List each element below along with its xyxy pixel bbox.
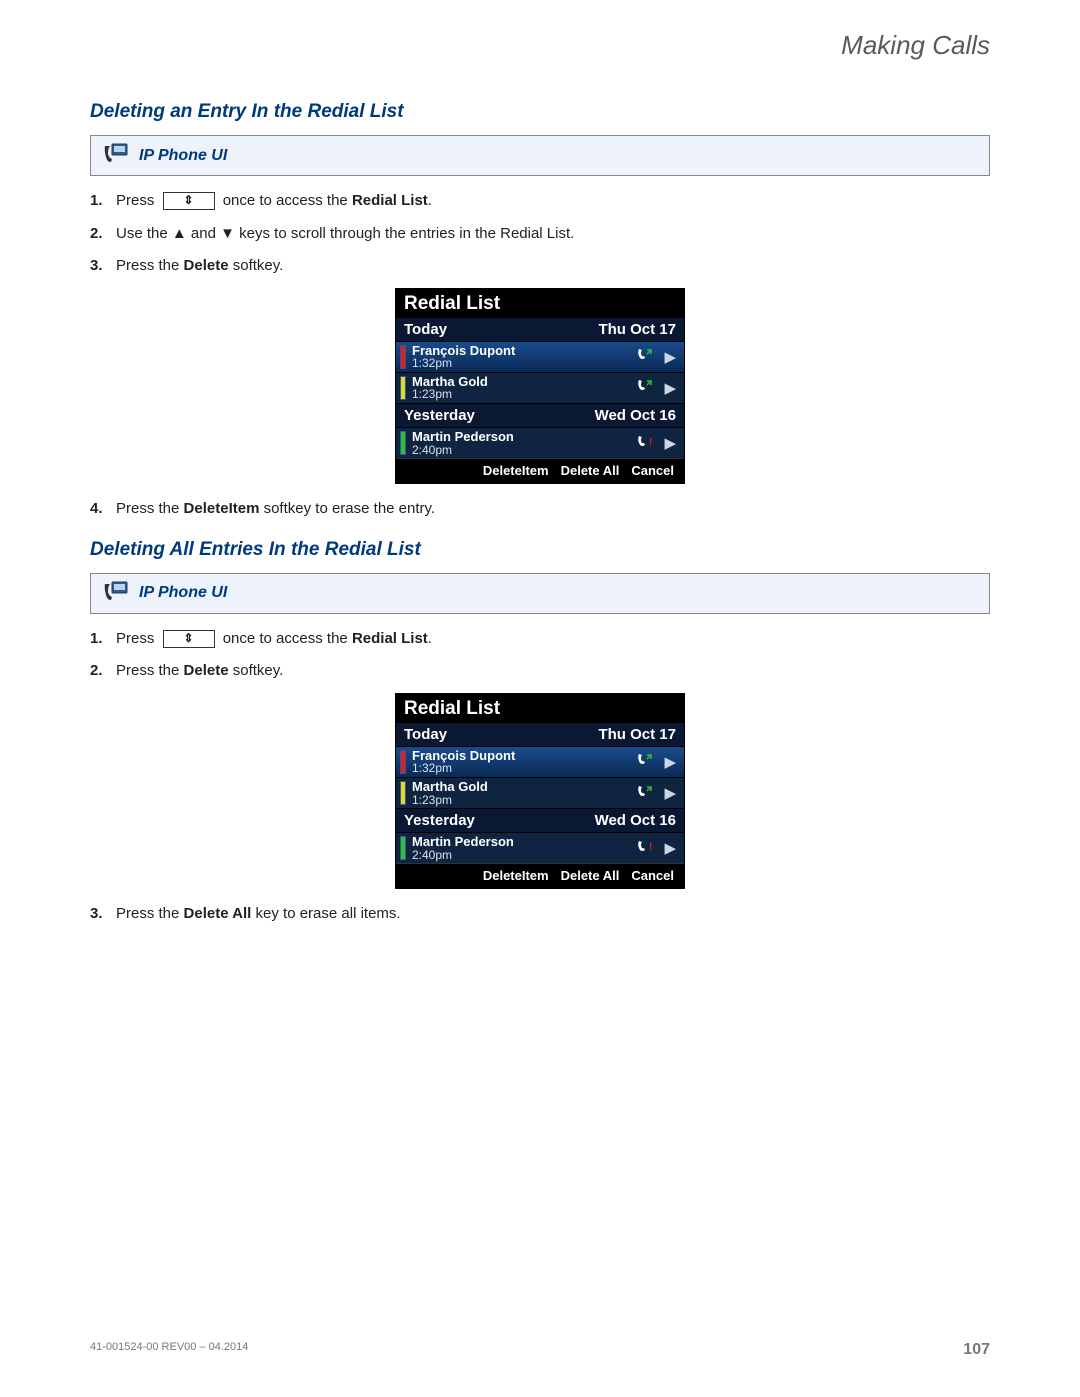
page-footer: 41-001524-00 REV00 – 04.2014 107: [90, 1341, 990, 1359]
presence-icon: [400, 836, 406, 860]
phone-title: Redial List: [396, 694, 684, 722]
step-3: Press the Delete All key to erase all it…: [90, 903, 990, 926]
page-number: 107: [963, 1341, 990, 1359]
chevron-right-icon: ▶: [664, 434, 676, 452]
phone-entry-2: Martha Gold 1:23pm ▶: [396, 372, 684, 403]
phone-daybar-yesterday: Yesterday Wed Oct 16: [396, 808, 684, 832]
chevron-right-icon: ▶: [664, 379, 676, 397]
ip-phone-label: IP Phone UI: [139, 147, 227, 165]
step-1: Press once to access the Redial List.: [90, 190, 990, 213]
presence-icon: [400, 750, 406, 774]
phone-softkeys: DeleteItem Delete All Cancel: [396, 458, 684, 483]
ip-phone-banner-2: IP Phone UI: [90, 573, 990, 614]
presence-icon: [400, 345, 406, 369]
step-2: Use the ▲ and ▼ keys to scroll through t…: [90, 223, 990, 246]
phone-daybar-today: Today Thu Oct 17: [396, 317, 684, 341]
steps-list-1b: Press the DeleteItem softkey to erase th…: [90, 498, 990, 521]
softkey-cancel: Cancel: [631, 463, 674, 478]
down-arrow-icon: ▼: [220, 225, 235, 242]
softkey-deleteitem: DeleteItem: [483, 463, 549, 478]
call-out-icon: [636, 784, 654, 803]
chevron-right-icon: ▶: [664, 753, 676, 771]
softkey-deleteitem: DeleteItem: [483, 868, 549, 883]
phone-softkeys: DeleteItem Delete All Cancel: [396, 863, 684, 888]
phone-entry-3: Martin Pederson 2:40pm ! ▶: [396, 427, 684, 458]
softkey-deleteall: Delete All: [561, 463, 620, 478]
call-out-icon: [636, 752, 654, 771]
section-heading-delete-all: Deleting All Entries In the Redial List: [90, 539, 990, 561]
step-2: Press the Delete softkey.: [90, 660, 990, 683]
doc-revision: 41-001524-00 REV00 – 04.2014: [90, 1341, 248, 1359]
phone-title: Redial List: [396, 289, 684, 317]
phone-entry-2: Martha Gold 1:23pm ▶: [396, 777, 684, 808]
step-3: Press the Delete softkey.: [90, 255, 990, 278]
ip-phone-icon: [103, 580, 129, 607]
step-4: Press the DeleteItem softkey to erase th…: [90, 498, 990, 521]
softkey-cancel: Cancel: [631, 868, 674, 883]
svg-text:!: !: [649, 437, 652, 448]
phone-daybar-yesterday: Yesterday Wed Oct 16: [396, 403, 684, 427]
presence-icon: [400, 431, 406, 455]
redial-key-icon: [163, 630, 215, 648]
step-1: Press once to access the Redial List.: [90, 628, 990, 651]
section-heading-delete-entry: Deleting an Entry In the Redial List: [90, 101, 990, 123]
presence-icon: [400, 781, 406, 805]
ip-phone-banner: IP Phone UI: [90, 135, 990, 176]
phone-screen-redial-list: Redial List Today Thu Oct 17 François Du…: [395, 288, 685, 485]
ip-phone-icon: [103, 142, 129, 169]
phone-entry-3: Martin Pederson 2:40pm ! ▶: [396, 832, 684, 863]
call-out-icon: [636, 347, 654, 366]
phone-daybar-today: Today Thu Oct 17: [396, 722, 684, 746]
chevron-right-icon: ▶: [664, 348, 676, 366]
chevron-right-icon: ▶: [664, 784, 676, 802]
phone-screen-redial-list-2: Redial List Today Thu Oct 17 François Du…: [395, 693, 685, 890]
presence-icon: [400, 376, 406, 400]
phone-entry-1: François Dupont 1:32pm ▶: [396, 341, 684, 372]
call-missed-icon: !: [636, 434, 654, 453]
steps-list-2: Press once to access the Redial List. Pr…: [90, 628, 990, 683]
call-out-icon: [636, 378, 654, 397]
call-missed-icon: !: [636, 839, 654, 858]
chapter-title: Making Calls: [90, 30, 990, 61]
redial-key-icon: [163, 192, 215, 210]
chevron-right-icon: ▶: [664, 839, 676, 857]
ip-phone-label: IP Phone UI: [139, 584, 227, 602]
svg-text:!: !: [649, 842, 652, 853]
steps-list-2b: Press the Delete All key to erase all it…: [90, 903, 990, 926]
up-arrow-icon: ▲: [172, 225, 187, 242]
steps-list-1: Press once to access the Redial List. Us…: [90, 190, 990, 278]
softkey-deleteall: Delete All: [561, 868, 620, 883]
phone-entry-1: François Dupont 1:32pm ▶: [396, 746, 684, 777]
